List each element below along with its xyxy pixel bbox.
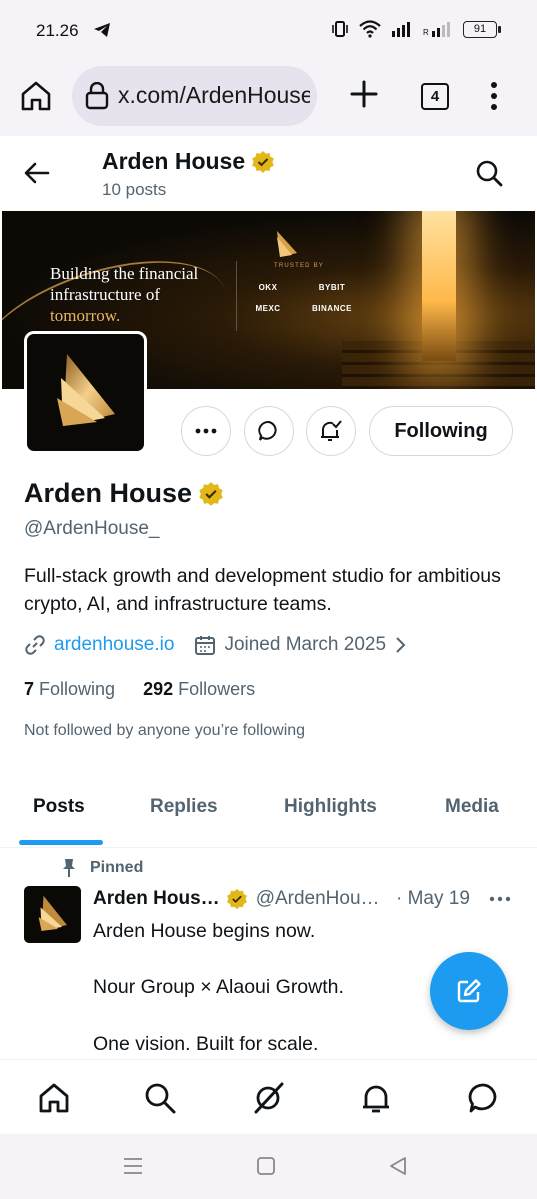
website-link[interactable]: ardenhouse.io (54, 634, 174, 656)
verified-badge-icon (252, 150, 274, 173)
wifi-icon (359, 20, 381, 38)
followers-label: Followers (178, 679, 256, 699)
new-tab-icon[interactable] (348, 78, 380, 110)
battery-indicator: 91 (463, 20, 501, 38)
banner-line-1: Building the financial (50, 264, 199, 283)
message-button[interactable] (244, 406, 294, 456)
notifications-icon[interactable] (358, 1080, 394, 1116)
lock-icon (85, 82, 109, 110)
search-icon[interactable] (474, 158, 504, 188)
post-text-line: One vision. Built for scale. (93, 1033, 319, 1055)
following-label: Following (39, 679, 116, 699)
url-text: x.com/ArdenHouse_ (118, 82, 310, 108)
browser-toolbar: x.com/ArdenHouse_ 4 (0, 58, 537, 136)
follow-stats: 7 Following 292 Followers (24, 679, 255, 700)
post-avatar[interactable] (24, 886, 81, 943)
profile-avatar[interactable] (24, 331, 147, 454)
verified-badge-icon[interactable] (198, 481, 224, 507)
banner-logo-icon (277, 231, 297, 257)
pin-icon (63, 859, 75, 877)
address-bar[interactable]: x.com/ArdenHouse_ (72, 66, 317, 126)
compose-post-button[interactable] (430, 952, 508, 1030)
partner-bybit: BYBIT (318, 283, 346, 292)
header-name-text: Arden House (102, 148, 246, 174)
tab-replies[interactable]: Replies (150, 796, 218, 818)
banner-light-doorway (422, 211, 456, 361)
profile-handle: @ArdenHouse_ (24, 518, 160, 539)
compose-icon (457, 979, 481, 1003)
post-date[interactable]: · May 19 (396, 888, 470, 910)
browser-menu-icon[interactable] (484, 80, 504, 112)
partner-mexc: MEXC (255, 304, 281, 313)
signal-icon (392, 22, 410, 37)
pinned-label: Pinned (90, 859, 144, 876)
signal-roaming-icon: R (423, 22, 450, 37)
more-options-button[interactable] (181, 406, 231, 456)
posts-count: 10 posts (102, 180, 167, 199)
partner-logos: OKX BYBIT MEXC BINANCE (240, 283, 360, 313)
recents-icon[interactable] (122, 1156, 144, 1176)
following-button[interactable]: Following (369, 406, 513, 456)
banner-headline: Building the financial infrastructure of… (50, 263, 230, 326)
back-button-icon[interactable] (388, 1156, 408, 1176)
vibrate-icon (332, 21, 348, 37)
bottom-navigation (0, 1059, 537, 1134)
profile-meta: ardenhouse.io Joined March 2025 (24, 634, 408, 656)
messages-icon[interactable] (466, 1080, 502, 1116)
post-text-line: Nour Group × Alaoui Growth. (93, 976, 344, 998)
banner-divider (236, 261, 237, 331)
svg-text:R: R (423, 28, 429, 37)
profile-bio: Full-stack growth and development studio… (24, 565, 501, 615)
arden-house-logo-icon (57, 354, 115, 426)
profile-tabs: Posts Replies Highlights Media (0, 778, 537, 848)
status-time: 21.26 (36, 21, 79, 40)
post-author-name[interactable]: Arden Hous… (93, 888, 220, 910)
post-author-handle[interactable]: @ArdenHou… (256, 888, 380, 910)
post-more-icon[interactable] (489, 890, 511, 908)
post-text-line: Arden House begins now. (93, 920, 316, 942)
trusted-by-label: TRUSTED BY (273, 263, 324, 269)
following-count: 7 (24, 679, 35, 699)
telegram-icon (94, 23, 110, 37)
grok-icon[interactable] (250, 1080, 286, 1116)
banner-line-2: infrastructure of (50, 285, 160, 304)
profile-header: Arden House 10 posts (0, 136, 537, 211)
status-icons: R 91 (331, 20, 501, 38)
notifications-button[interactable] (306, 406, 356, 456)
message-icon (258, 420, 277, 441)
system-navigation (0, 1134, 537, 1199)
display-name-text: Arden House (24, 478, 193, 508)
banner-line-3: tomorrow. (50, 306, 121, 325)
back-arrow-icon[interactable] (22, 158, 52, 188)
tab-highlights[interactable]: Highlights (284, 796, 377, 818)
profile-display-name: Arden House (24, 478, 224, 509)
chevron-right-icon[interactable] (392, 635, 408, 655)
header-name: Arden House (102, 148, 275, 175)
arden-house-logo-icon (38, 895, 67, 931)
partner-okx: OKX (258, 283, 278, 292)
bell-check-icon (321, 420, 342, 441)
partner-binance: BINANCE (312, 304, 352, 313)
browser-home-icon[interactable] (18, 78, 54, 114)
calendar-icon (195, 636, 216, 655)
followers-stat[interactable]: 292 Followers (143, 679, 255, 700)
home-button-icon[interactable] (256, 1156, 276, 1176)
following-stat[interactable]: 7 Following (24, 679, 115, 700)
post-header: Arden Hous… @ArdenHou… · May 19 (93, 888, 513, 910)
link-icon (25, 635, 45, 655)
explore-search-icon[interactable] (142, 1080, 178, 1116)
home-icon[interactable] (36, 1080, 72, 1116)
tab-media[interactable]: Media (445, 796, 499, 818)
tab-posts[interactable]: Posts (33, 796, 85, 818)
active-tab-indicator (19, 840, 103, 845)
status-bar: 21.26 R 91 (0, 0, 537, 58)
verified-badge-icon (226, 888, 247, 910)
more-icon (195, 428, 217, 434)
followers-count: 292 (143, 679, 174, 699)
pinned-indicator: Pinned (60, 858, 143, 878)
joined-date[interactable]: Joined March 2025 (224, 634, 386, 656)
not-followed-note: Not followed by anyone you’re following (24, 722, 306, 739)
tab-switcher-button[interactable]: 4 (421, 83, 449, 110)
